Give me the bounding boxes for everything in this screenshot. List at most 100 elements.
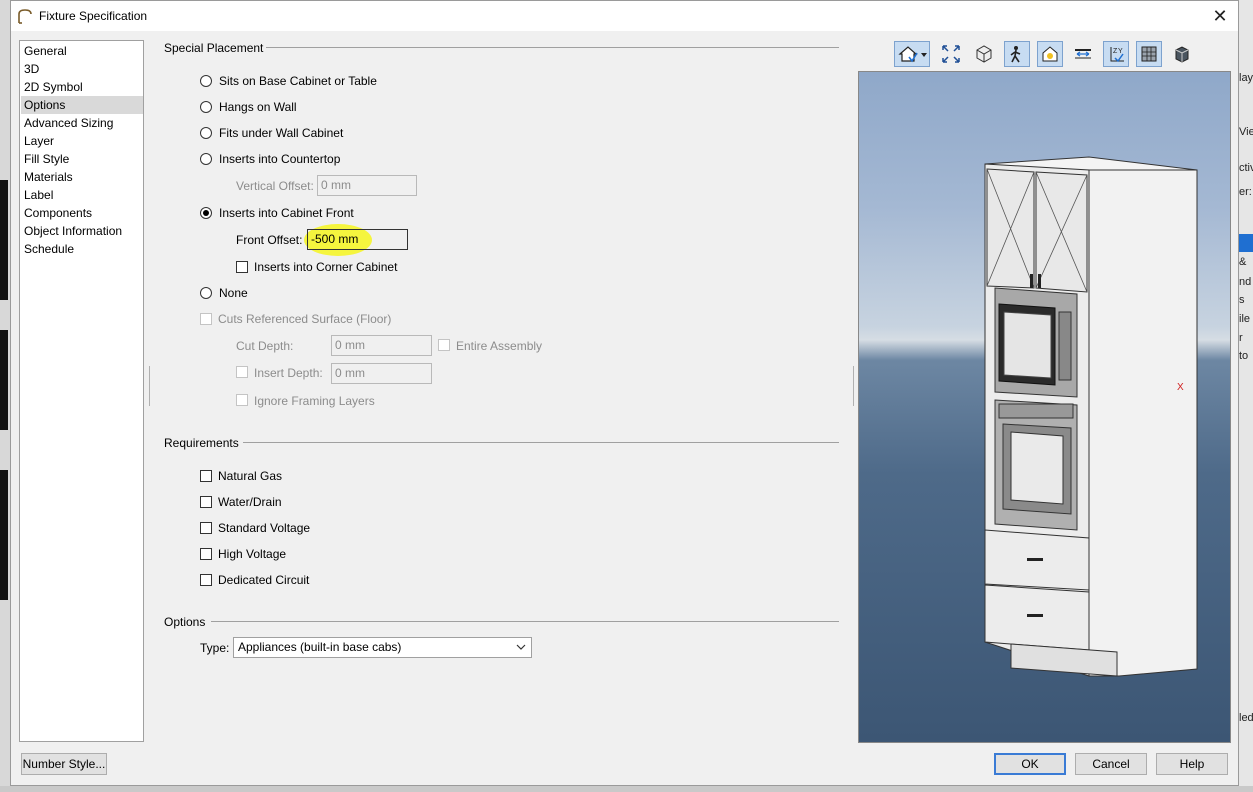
requirements-title: Requirements (164, 436, 239, 450)
lighting-button[interactable] (1037, 41, 1063, 67)
high-voltage-label: High Voltage (218, 547, 287, 561)
group-divider (211, 621, 839, 622)
dedicated-circuit-label: Dedicated Circuit (218, 573, 310, 587)
sits-on-base-label: Sits on Base Cabinet or Table (219, 74, 377, 88)
hangs-on-wall-radio[interactable] (200, 101, 212, 113)
cut-depth-label: Cut Depth: (236, 339, 294, 353)
nav-item-fill-style[interactable]: Fill Style (21, 150, 143, 168)
water-drain-label: Water/Drain (218, 495, 282, 509)
nav-item-layer[interactable]: Layer (21, 132, 143, 150)
special-placement-title: Special Placement (164, 41, 264, 55)
nav-item-2d-symbol[interactable]: 2D Symbol (21, 78, 143, 96)
splitter-left[interactable] (149, 366, 152, 406)
close-button[interactable]: ✕ (1206, 3, 1234, 29)
nav-item-options[interactable]: Options (21, 96, 143, 114)
dimension-button[interactable] (1070, 41, 1096, 67)
insert-depth-field[interactable]: 0 mm (331, 363, 432, 384)
water-drain-checkbox[interactable] (200, 496, 212, 508)
cube-button[interactable] (1169, 41, 1195, 67)
sits-on-base-radio[interactable] (200, 75, 212, 87)
camera-view-button[interactable] (894, 41, 930, 67)
axes-icon: Z Y (1110, 47, 1124, 63)
high-voltage-checkbox[interactable] (200, 548, 212, 560)
fits-under-wall-label: Fits under Wall Cabinet (219, 126, 344, 140)
cut-depth-field[interactable]: 0 mm (331, 335, 432, 356)
dimension-icon (1075, 49, 1091, 59)
walkthrough-button[interactable] (1004, 41, 1030, 67)
ok-button[interactable]: OK (994, 753, 1066, 775)
cube-icon (1175, 46, 1189, 63)
background-text: Vie (1239, 126, 1253, 138)
inserts-countertop-radio[interactable] (200, 153, 212, 165)
natural-gas-label: Natural Gas (218, 469, 283, 483)
background-text: lay (1239, 72, 1253, 84)
entire-assembly-label: Entire Assembly (456, 339, 543, 353)
background-text: ile (1239, 313, 1251, 325)
materials-button[interactable] (1136, 41, 1162, 67)
type-label: Type: (200, 641, 230, 655)
nav-item-advanced-sizing[interactable]: Advanced Sizing (21, 114, 143, 132)
background-text: to (1239, 350, 1249, 362)
render-mode-button[interactable] (971, 41, 997, 67)
front-offset-field[interactable]: -500 mm (307, 229, 408, 250)
axis-label: X (1177, 382, 1184, 393)
fixture-specification-dialog: Fixture Specification ✕ General 3D 2D Sy… (10, 0, 1239, 786)
background-text: er: (1239, 186, 1252, 198)
nav-item-general[interactable]: General (21, 42, 143, 60)
inserts-cabinet-front-radio[interactable] (200, 207, 212, 219)
title-bar: Fixture Specification ✕ (11, 1, 1238, 31)
none-radio[interactable] (200, 287, 212, 299)
background-text: ctiv (1239, 162, 1253, 174)
inserts-cabinet-front-label: Inserts into Cabinet Front (219, 206, 354, 220)
dialog-title: Fixture Specification (39, 9, 148, 23)
nav-item-3d[interactable]: 3D (21, 60, 143, 78)
nav-item-object-information[interactable]: Object Information (21, 222, 143, 240)
inserts-corner-checkbox[interactable] (236, 261, 248, 273)
entire-assembly-checkbox[interactable] (438, 339, 450, 351)
group-divider (243, 442, 839, 443)
ignore-framing-checkbox[interactable] (236, 394, 248, 406)
standard-voltage-checkbox[interactable] (200, 522, 212, 534)
nav-item-components[interactable]: Components (21, 204, 143, 222)
background-text: nd (1239, 276, 1252, 288)
options-title: Options (164, 615, 206, 629)
arch-icon (18, 9, 32, 24)
category-list: General 3D 2D Symbol Options Advanced Si… (19, 40, 144, 742)
cuts-surface-label: Cuts Referenced Surface (Floor) (218, 312, 392, 326)
help-button[interactable]: Help (1156, 753, 1228, 775)
number-style-button[interactable]: Number Style... (21, 753, 107, 775)
fill-window-button[interactable] (938, 41, 964, 67)
fits-under-wall-radio[interactable] (200, 127, 212, 139)
3d-preview[interactable]: X (858, 71, 1231, 743)
cancel-button[interactable]: Cancel (1075, 753, 1147, 775)
nav-item-schedule[interactable]: Schedule (21, 240, 143, 258)
nav-item-materials[interactable]: Materials (21, 168, 143, 186)
insert-depth-checkbox[interactable] (236, 366, 248, 378)
fill-window-icon (942, 45, 960, 63)
background-app-left (0, 0, 10, 792)
nav-item-label[interactable]: Label (21, 186, 143, 204)
standard-voltage-label: Standard Voltage (218, 521, 311, 535)
type-select-value: Appliances (built-in base cabs) (238, 640, 402, 654)
splitter-right[interactable] (853, 366, 856, 406)
group-divider (266, 47, 839, 48)
background-text: led (1239, 712, 1253, 724)
insert-depth-label: Insert Depth: (254, 366, 323, 380)
background-app-right: lay Vie ctiv er: & nd s ile r to led (1239, 0, 1253, 792)
dedicated-circuit-checkbox[interactable] (200, 574, 212, 586)
vertical-offset-label: Vertical Offset: (236, 179, 314, 193)
lighting-icon (1042, 46, 1058, 62)
walkthrough-icon (1010, 46, 1021, 63)
background-text: s (1239, 294, 1245, 306)
natural-gas-checkbox[interactable] (200, 470, 212, 482)
background-text: r (1239, 332, 1243, 344)
preview-toolbar: Z Y (891, 40, 1231, 68)
inserts-corner-label: Inserts into Corner Cabinet (254, 260, 398, 274)
chevron-down-icon (516, 644, 526, 650)
cuts-surface-checkbox[interactable] (200, 313, 212, 325)
vertical-offset-field[interactable]: 0 mm (317, 175, 417, 196)
cabinet-preview-image: X (984, 156, 1198, 677)
type-select[interactable]: Appliances (built-in base cabs) (233, 637, 532, 658)
axes-button[interactable]: Z Y (1103, 41, 1129, 67)
inserts-countertop-label: Inserts into Countertop (219, 152, 341, 166)
